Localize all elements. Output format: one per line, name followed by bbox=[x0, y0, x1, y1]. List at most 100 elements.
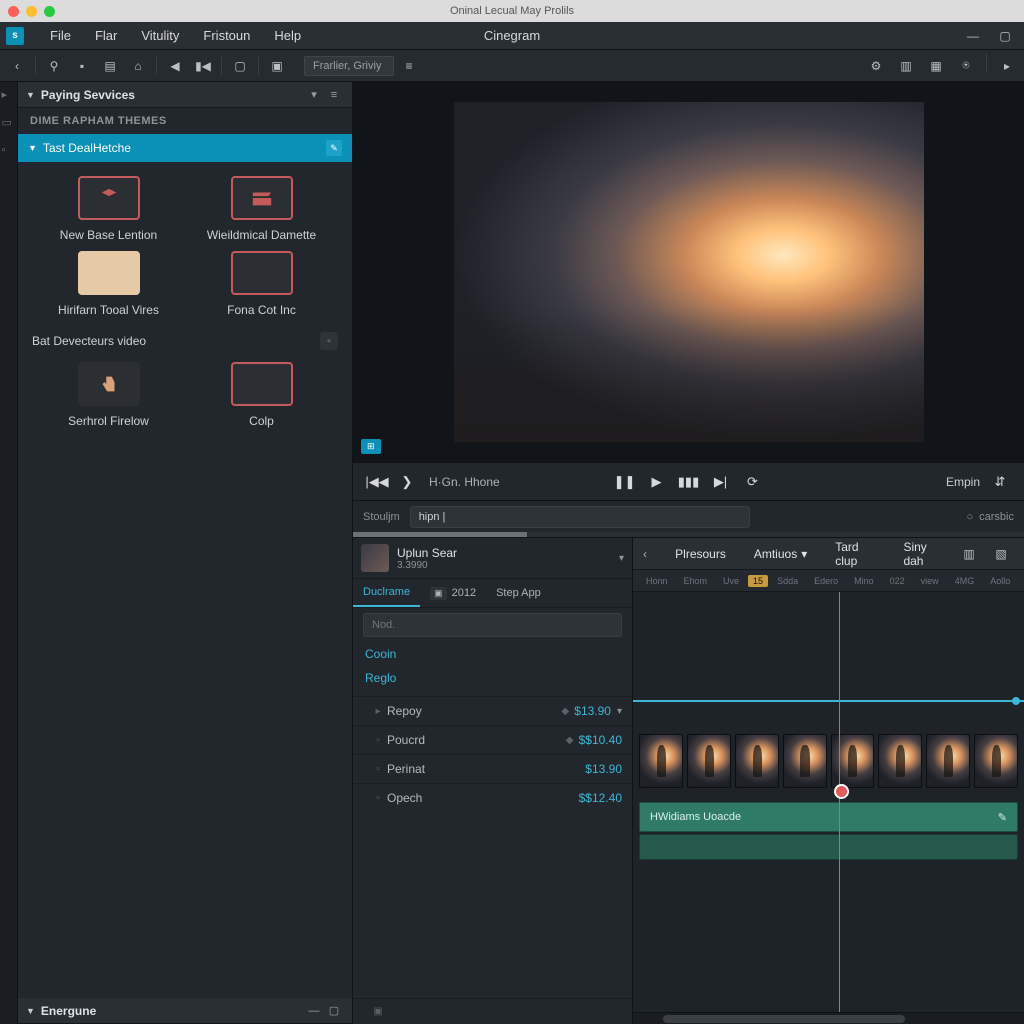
rail-icon-3[interactable]: ▫ bbox=[2, 144, 16, 158]
pencil-icon[interactable]: ✎ bbox=[998, 811, 1007, 824]
minimize-icon[interactable]: — bbox=[960, 24, 986, 48]
home-icon[interactable]: ⌂ bbox=[125, 54, 151, 78]
timeline-back-icon[interactable]: ‹ bbox=[643, 547, 661, 561]
play-icon[interactable]: ▶ bbox=[643, 468, 671, 496]
pause-icon[interactable]: ❚❚ bbox=[611, 468, 639, 496]
tab-2012[interactable]: ▣2012 bbox=[420, 579, 486, 607]
clip-thumb[interactable] bbox=[639, 734, 683, 788]
preview-viewport[interactable]: ⊞ bbox=[353, 82, 1024, 462]
expand-icon[interactable]: ⇵ bbox=[986, 468, 1014, 496]
link-reglo[interactable]: Reglo bbox=[353, 666, 632, 690]
prop-row[interactable]: ▸ Repoy ◆ $13.90 ▾ bbox=[353, 696, 632, 725]
clip-thumb[interactable] bbox=[783, 734, 827, 788]
dropdown-icon[interactable]: ≡ bbox=[396, 54, 422, 78]
playhead[interactable] bbox=[839, 592, 840, 1012]
link-cooin[interactable]: Cooin bbox=[353, 642, 632, 666]
frame-icon[interactable]: ▮▮▮ bbox=[675, 468, 703, 496]
gear-icon[interactable]: ⚙ bbox=[863, 54, 889, 78]
more-icon[interactable]: ▸ bbox=[994, 54, 1020, 78]
accordion-header[interactable]: ▼ Tast DealHetche ✎ bbox=[18, 134, 352, 162]
keyframe-icon[interactable]: ◆ bbox=[561, 735, 579, 746]
clip-header[interactable]: Uplun Sear 3.3990 ▾ bbox=[353, 538, 632, 579]
timeline-layout-icon[interactable]: ▥ bbox=[956, 542, 982, 566]
panel-dropdown-icon[interactable]: ▾ bbox=[304, 88, 324, 101]
menu-fristoun[interactable]: Fristoun bbox=[191, 28, 262, 43]
asset-label: Fona Cot Inc bbox=[227, 303, 296, 318]
panel-icon[interactable]: ▥ bbox=[893, 54, 919, 78]
next-icon[interactable]: ▶| bbox=[707, 468, 735, 496]
maximize-window-icon[interactable] bbox=[44, 6, 55, 17]
prop-input[interactable] bbox=[363, 613, 622, 637]
marker-dot-icon[interactable] bbox=[1012, 697, 1020, 705]
user-icon[interactable]: ⍟ bbox=[953, 54, 979, 78]
keyframe-icon[interactable]: ◆ bbox=[556, 706, 574, 717]
timeline-tab[interactable]: Plresours bbox=[661, 547, 740, 561]
minimize-icon[interactable]: — bbox=[304, 1005, 324, 1017]
restore-icon[interactable]: ▢ bbox=[992, 24, 1018, 48]
asset-card[interactable]: Hirifarn Tooal Vires bbox=[36, 251, 181, 318]
loop-icon[interactable]: ⟳ bbox=[739, 468, 767, 496]
toolbar-field[interactable]: Frarlier, Griviy bbox=[304, 56, 394, 76]
energune-header[interactable]: ▼ Energune — ▢ bbox=[18, 998, 352, 1024]
clip-thumb[interactable] bbox=[687, 734, 731, 788]
doc-icon[interactable]: ▢ bbox=[227, 54, 253, 78]
skip-icon[interactable]: ▮◀ bbox=[190, 54, 216, 78]
section-label: DIME RAPHAM THEMES bbox=[18, 108, 352, 134]
bottom-row-icon[interactable]: ▣ bbox=[353, 998, 632, 1024]
tab-step-app[interactable]: Step App bbox=[486, 579, 551, 607]
clip-thumb[interactable] bbox=[735, 734, 779, 788]
tab-duclrame[interactable]: Duclrame bbox=[353, 579, 420, 607]
timeline-tab[interactable]: Siny dah bbox=[889, 540, 956, 568]
edit-icon[interactable]: ✎ bbox=[326, 140, 342, 156]
rail-icon-1[interactable]: ▸ bbox=[2, 88, 16, 102]
cal-icon[interactable]: ▣ bbox=[264, 54, 290, 78]
menu-flar[interactable]: Flar bbox=[83, 28, 129, 43]
timeline-body[interactable]: HWidiams Uoacde ✎ bbox=[633, 592, 1024, 1012]
step-forward-icon[interactable]: ❯ bbox=[393, 468, 421, 496]
audio-track[interactable]: HWidiams Uoacde ✎ bbox=[639, 802, 1018, 832]
timeline-scrollbar[interactable] bbox=[633, 1012, 1024, 1024]
asset-card[interactable]: Wieildmical Damette bbox=[189, 176, 334, 243]
panel-menu-icon[interactable]: ≡ bbox=[324, 89, 344, 101]
chevron-down-icon[interactable]: ▾ bbox=[617, 706, 622, 717]
chevron-down-icon[interactable]: ▾ bbox=[619, 553, 624, 564]
close-window-icon[interactable] bbox=[8, 6, 19, 17]
prop-row[interactable]: ▫ Opech $$12.40 bbox=[353, 783, 632, 812]
timeline-tab[interactable]: Amtiuos ▾ bbox=[740, 547, 821, 561]
panel-header[interactable]: ▼ Paying Sevvices ▾ ≡ bbox=[18, 82, 352, 108]
prop-row[interactable]: ▫ Perinat $13.90 bbox=[353, 754, 632, 783]
search-input[interactable] bbox=[410, 506, 750, 528]
panel-box-icon[interactable]: ▢ bbox=[324, 1004, 344, 1017]
video-track[interactable] bbox=[639, 734, 1018, 788]
grid-icon[interactable]: ▦ bbox=[923, 54, 949, 78]
menu-file[interactable]: File bbox=[38, 28, 83, 43]
clip-thumb[interactable] bbox=[878, 734, 922, 788]
sub-row[interactable]: Bat Devecteurs video ▫ bbox=[18, 326, 352, 356]
link-icon[interactable]: ⚲ bbox=[41, 54, 67, 78]
audio-track-2[interactable] bbox=[639, 834, 1018, 860]
sound-icon[interactable]: ◀ bbox=[162, 54, 188, 78]
timeline-settings-icon[interactable]: ▧ bbox=[988, 542, 1014, 566]
goto-start-icon[interactable]: |◀◀ bbox=[363, 468, 391, 496]
asset-card[interactable]: Serhrol Firelow bbox=[36, 362, 181, 429]
search-icon[interactable]: ○ bbox=[967, 511, 974, 523]
rail-icon-2[interactable]: ▭ bbox=[2, 116, 16, 130]
timeline-tab[interactable]: Tard clup bbox=[821, 540, 889, 568]
menu-help[interactable]: Help bbox=[262, 28, 313, 43]
clip-thumb[interactable] bbox=[926, 734, 970, 788]
app-badge-icon[interactable]: s bbox=[6, 27, 24, 45]
prop-row[interactable]: ▫ Poucrd ◆ $$10.40 bbox=[353, 725, 632, 754]
clip-thumb[interactable] bbox=[831, 734, 875, 788]
scrollbar-thumb[interactable] bbox=[663, 1015, 905, 1023]
asset-card[interactable]: Fona Cot Inc bbox=[189, 251, 334, 318]
info-icon[interactable]: ▫ bbox=[320, 332, 338, 350]
asset-card[interactable]: Colp bbox=[189, 362, 334, 429]
clapper-icon[interactable]: ▤ bbox=[97, 54, 123, 78]
menu-vitulity[interactable]: Vitulity bbox=[129, 28, 191, 43]
asset-card[interactable]: New Base Lention bbox=[36, 176, 181, 243]
back-icon[interactable]: ‹ bbox=[4, 54, 30, 78]
save-icon[interactable]: ▪ bbox=[69, 54, 95, 78]
timeline-ruler[interactable]: Honn Ehom Uve 15 Sdda Edero Mino 022 vie… bbox=[633, 570, 1024, 592]
clip-thumb[interactable] bbox=[974, 734, 1018, 788]
minimize-window-icon[interactable] bbox=[26, 6, 37, 17]
